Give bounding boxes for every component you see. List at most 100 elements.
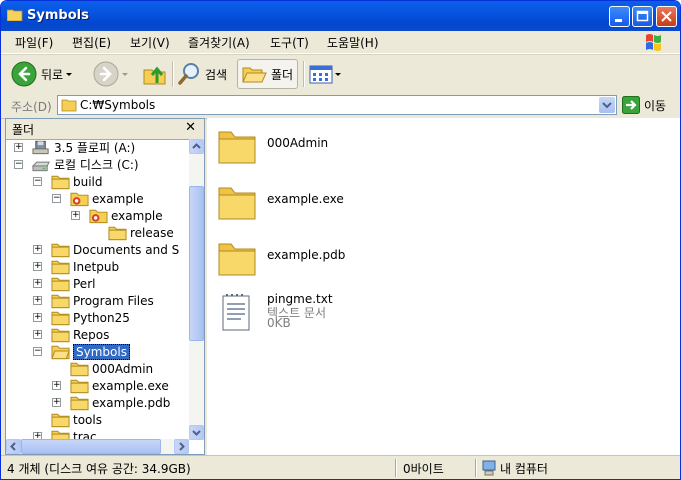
minimize-button[interactable] [609, 6, 630, 27]
tree-node[interactable]: + example.exe [52, 377, 169, 394]
close-button[interactable] [656, 6, 677, 27]
expand-icon[interactable]: + [33, 262, 42, 271]
menu-favorites[interactable]: 즐겨찾기(A) [188, 34, 250, 51]
tree-node[interactable]: − build [33, 173, 103, 190]
menu-help[interactable]: 도움말(H) [327, 34, 379, 51]
explorer-window: Symbols 파일(F) 편집(E) 보기(V) 즐겨찾기(A) 도구(T) … [0, 0, 681, 480]
tree-node-label: example.exe [92, 378, 169, 393]
status-size: 0바이트 [403, 462, 444, 476]
expand-icon[interactable]: + [52, 398, 61, 407]
file-item[interactable]: example.exe [217, 180, 344, 224]
collapse-icon[interactable]: − [33, 177, 42, 186]
tree-node-label: Documents and S [73, 242, 180, 257]
tree-horizontal-scrollbar[interactable] [6, 439, 189, 454]
tree-node-label: tools [73, 412, 102, 427]
tree-node[interactable]: − 로컬 디스크 (C:) [14, 156, 139, 173]
expand-icon[interactable]: + [33, 330, 42, 339]
tree-node[interactable]: + Documents and S [33, 241, 180, 258]
folder-icon [218, 187, 256, 220]
up-folder-button[interactable] [142, 59, 168, 89]
tree-node[interactable]: + Inetpub [33, 258, 120, 275]
tree-node[interactable]: − Symbols [33, 343, 130, 360]
tree-node-label: Python25 [73, 310, 130, 325]
tree-vertical-scrollbar[interactable] [189, 139, 204, 440]
collapse-icon[interactable]: − [52, 194, 61, 203]
go-arrow-icon [622, 96, 640, 114]
collapse-icon[interactable]: − [33, 347, 42, 356]
expand-icon[interactable]: + [71, 211, 80, 220]
scroll-up-button[interactable] [189, 139, 204, 154]
tree-node-label: example [92, 191, 144, 206]
expand-icon[interactable]: + [33, 245, 42, 254]
scroll-thumb[interactable] [189, 186, 204, 341]
expand-icon[interactable]: + [33, 313, 42, 322]
tree-node[interactable]: − example [52, 190, 144, 207]
address-input[interactable]: C:₩Symbols [57, 95, 617, 115]
file-name: example.pdb [267, 248, 346, 262]
go-button[interactable]: 이동 [622, 96, 666, 114]
my-computer-icon [482, 460, 496, 476]
horizontal-scroll-thumb[interactable] [21, 439, 161, 454]
scroll-down-button[interactable] [189, 425, 204, 440]
menu-file[interactable]: 파일(F) [15, 34, 53, 51]
scroll-left-button[interactable] [6, 439, 21, 454]
close-icon[interactable]: ✕ [185, 120, 196, 135]
tree-node-label: Inetpub [73, 259, 120, 274]
back-arrow-icon [11, 61, 37, 87]
maximize-button[interactable] [632, 6, 653, 27]
search-button[interactable]: 검색 [177, 59, 227, 89]
tree-node[interactable]: + example.pdb [52, 394, 170, 411]
folder-icon [70, 396, 89, 411]
tree-node-label: Program Files [73, 293, 154, 308]
expand-icon[interactable]: + [33, 279, 42, 288]
tree-node[interactable]: 000Admin [70, 360, 153, 377]
tree-node[interactable]: + Repos [33, 326, 110, 343]
tree-node[interactable]: + Python25 [33, 309, 130, 326]
file-size: 0KB [267, 316, 291, 330]
views-icon [309, 65, 333, 84]
tree-node-label: Repos [73, 327, 110, 342]
tree-node-label: Perl [73, 276, 96, 291]
file-item[interactable]: 000Admin [217, 124, 328, 168]
chevron-down-icon [66, 73, 73, 76]
folder-pane-header: 폴더 ✕ [6, 119, 204, 140]
collapse-icon[interactable]: − [14, 160, 23, 169]
folder-icon [218, 131, 256, 164]
folder-icon [70, 362, 89, 377]
tree-node[interactable]: + example [71, 207, 163, 224]
scroll-right-button[interactable] [174, 439, 189, 454]
folder-icon [51, 413, 70, 428]
address-bar: 주소(D) C:₩Symbols 이동 [1, 93, 680, 119]
folders-button[interactable]: 폴더 [237, 59, 299, 89]
menu-edit[interactable]: 편집(E) [72, 34, 111, 51]
expand-icon[interactable]: + [52, 381, 61, 390]
folder-tree-pane: 폴더 ✕ +3.5 플로피 (A:) − 로컬 디스크 (C:) − build − exa… [5, 118, 205, 455]
folder-icon [51, 175, 70, 190]
tree-node[interactable]: + Program Files [33, 292, 154, 309]
forward-arrow-icon [93, 61, 119, 87]
folder-icon [51, 294, 70, 309]
folder-icon [51, 243, 70, 258]
go-label: 이동 [644, 98, 667, 113]
drive-icon [32, 161, 50, 172]
file-item[interactable]: pingme.txt 텍스트 문서 0KB [217, 292, 333, 336]
forward-button[interactable] [93, 59, 131, 89]
file-name: example.exe [267, 192, 344, 206]
window-title: Symbols [27, 8, 89, 23]
tree-node-label: 000Admin [92, 361, 154, 376]
address-dropdown-button[interactable] [599, 97, 615, 113]
title-bar[interactable]: Symbols [1, 1, 680, 31]
file-item[interactable]: example.pdb [217, 236, 345, 280]
expand-icon[interactable]: + [33, 296, 42, 305]
back-button[interactable]: 뒤로 [11, 59, 75, 89]
menu-view[interactable]: 보기(V) [130, 34, 170, 51]
tree-node[interactable]: +3.5 플로피 (A:) [14, 139, 135, 156]
status-separator [475, 459, 477, 477]
menu-tools[interactable]: 도구(T) [270, 34, 309, 51]
tree-node[interactable]: + Perl [33, 275, 96, 292]
tree-node[interactable]: tools [51, 411, 102, 428]
tree-node[interactable]: release [108, 224, 174, 241]
views-button[interactable] [309, 59, 343, 89]
menu-bar: 파일(F) 편집(E) 보기(V) 즐겨찾기(A) 도구(T) 도움말(H) [1, 31, 680, 54]
expand-icon[interactable]: + [14, 143, 23, 152]
